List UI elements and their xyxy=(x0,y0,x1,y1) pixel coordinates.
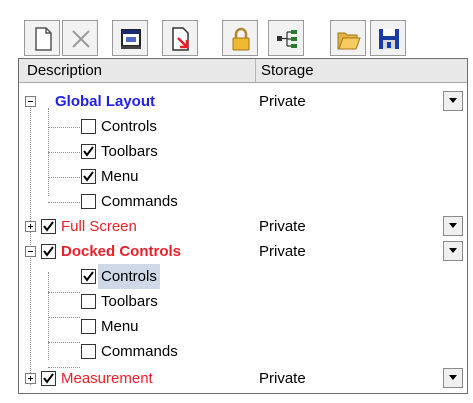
check-icon xyxy=(43,221,54,232)
expand-toggle[interactable] xyxy=(25,373,36,384)
collapse-toggle[interactable] xyxy=(25,246,36,257)
storage-value: Private xyxy=(259,370,306,387)
tree-button[interactable] xyxy=(268,20,304,56)
tree-item-label: Toolbars xyxy=(101,143,158,160)
check-icon xyxy=(43,246,54,257)
storage-dropdown[interactable] xyxy=(443,91,463,111)
layout-manager-window: Description Storage Global Layout Privat… xyxy=(0,0,473,403)
tree-item-label: Menu xyxy=(101,318,139,335)
tree-item-label: Menu xyxy=(101,168,139,185)
check-icon xyxy=(83,271,94,282)
dropdown-arrow-icon xyxy=(449,98,457,103)
tree-row-controls[interactable]: Controls xyxy=(19,114,467,139)
tree-row-full-screen[interactable]: Full Screen Private xyxy=(19,214,467,239)
toolbar xyxy=(0,0,473,58)
checkbox[interactable] xyxy=(81,344,96,359)
tree-row-toolbars[interactable]: Toolbars xyxy=(19,139,467,164)
storage-dropdown[interactable] xyxy=(443,216,463,236)
export-button[interactable] xyxy=(162,20,198,56)
checkbox[interactable] xyxy=(81,194,96,209)
tree-item-label: Commands xyxy=(101,343,178,360)
tree-row-measurement[interactable]: Measurement Private xyxy=(19,366,467,391)
checkbox[interactable] xyxy=(81,269,96,284)
minus-icon xyxy=(28,251,33,252)
column-header: Description Storage xyxy=(19,59,467,83)
dropdown-arrow-icon xyxy=(449,223,457,228)
checkbox[interactable] xyxy=(81,119,96,134)
tree-item-label: Full Screen xyxy=(61,218,137,235)
storage-value: Private xyxy=(259,93,306,110)
description-column-header[interactable]: Description xyxy=(27,59,102,82)
storage-dropdown[interactable] xyxy=(443,368,463,388)
window-button[interactable] xyxy=(112,20,148,56)
tree-row-commands[interactable]: Commands xyxy=(19,339,467,364)
save-icon xyxy=(379,29,399,49)
save-button[interactable] xyxy=(370,20,406,56)
checkbox[interactable] xyxy=(81,169,96,184)
check-icon xyxy=(43,373,54,384)
storage-column-header[interactable]: Storage xyxy=(261,59,314,82)
tree-item-label: Toolbars xyxy=(101,293,158,310)
layout-tree-panel: Description Storage Global Layout Privat… xyxy=(18,58,468,394)
plus-icon xyxy=(28,224,33,229)
storage-value: Private xyxy=(259,218,306,235)
checkbox[interactable] xyxy=(41,219,56,234)
delete-icon xyxy=(72,30,90,48)
tree-row-docked-controls[interactable]: Docked Controls Private xyxy=(19,239,467,264)
check-icon xyxy=(83,146,94,157)
checkbox[interactable] xyxy=(41,371,56,386)
collapse-toggle[interactable] xyxy=(25,96,36,107)
export-icon xyxy=(172,27,189,51)
tree-structure-icon xyxy=(277,30,297,48)
expand-toggle[interactable] xyxy=(25,221,36,232)
window-icon xyxy=(121,29,141,49)
checkbox[interactable] xyxy=(81,319,96,334)
checkbox[interactable] xyxy=(81,294,96,309)
dropdown-arrow-icon xyxy=(449,375,457,380)
plus-icon xyxy=(28,376,33,381)
new-document-icon xyxy=(35,27,52,51)
tree-row-global-layout[interactable]: Global Layout Private xyxy=(19,89,467,114)
delete-button[interactable] xyxy=(62,20,98,56)
tree-row-menu[interactable]: Menu xyxy=(19,164,467,189)
storage-value: Private xyxy=(259,243,306,260)
lock-icon xyxy=(232,27,250,51)
tree-item-label: Docked Controls xyxy=(61,243,182,260)
check-icon xyxy=(83,171,94,182)
checkbox[interactable] xyxy=(41,244,56,259)
tree-row-controls[interactable]: Controls xyxy=(19,264,467,289)
open-folder-icon xyxy=(337,32,361,50)
new-button[interactable] xyxy=(24,20,60,56)
lock-button[interactable] xyxy=(222,20,258,56)
tree-row-menu[interactable]: Menu xyxy=(19,314,467,339)
storage-dropdown[interactable] xyxy=(443,241,463,261)
checkbox[interactable] xyxy=(81,144,96,159)
tree-row-toolbars[interactable]: Toolbars xyxy=(19,289,467,314)
tree-item-label: Controls xyxy=(98,264,160,289)
dropdown-arrow-icon xyxy=(449,248,457,253)
tree-item-label: Commands xyxy=(101,193,178,210)
minus-icon xyxy=(28,101,33,102)
tree-item-label: Measurement xyxy=(61,370,153,387)
tree-item-label: Controls xyxy=(101,118,157,135)
tree-row-commands[interactable]: Commands xyxy=(19,189,467,214)
column-divider[interactable] xyxy=(255,59,256,82)
tree-item-label: Global Layout xyxy=(55,93,156,110)
open-button[interactable] xyxy=(330,20,366,56)
